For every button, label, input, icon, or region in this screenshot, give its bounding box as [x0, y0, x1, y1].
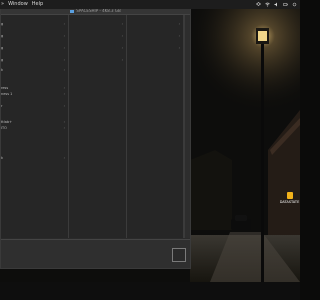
chevron-right-icon: › — [63, 104, 65, 108]
chevron-right-icon: › — [63, 92, 65, 96]
folder-row[interactable]: g › — [1, 45, 68, 51]
dock — [0, 282, 300, 300]
folder-row-label: r — [1, 104, 3, 108]
folder-row-label: ITO — [1, 126, 7, 130]
battery-icon[interactable] — [283, 2, 288, 7]
chevron-right-icon: › — [63, 156, 65, 160]
folder-row[interactable]: › — [127, 21, 183, 27]
folder-row-label: g — [1, 46, 4, 50]
chevron-right-icon: › — [63, 34, 65, 38]
preview-pane — [1, 239, 190, 268]
menu-item-overflow[interactable]: » — [1, 0, 4, 9]
desktop-folder[interactable]: DATASTATE — [279, 192, 300, 204]
folder-row[interactable]: ness 1 › — [1, 91, 68, 97]
folder-row[interactable]: › — [69, 33, 126, 39]
menu-extra-icon[interactable] — [292, 2, 297, 7]
folder-row-label: g — [1, 58, 4, 62]
folder-row[interactable]: › — [69, 57, 126, 63]
chevron-right-icon: › — [121, 46, 123, 50]
menu-item-help[interactable]: Help — [32, 0, 43, 9]
preview-thumbnail — [172, 248, 186, 262]
folder-row[interactable]: g › — [1, 33, 68, 39]
chevron-right-icon: › — [63, 126, 65, 130]
chevron-right-icon: › — [178, 34, 180, 38]
folder-row[interactable]: › — [127, 45, 183, 51]
menu-bar: » Window Help — [0, 0, 300, 9]
menu-bar-tray — [256, 2, 297, 7]
vertical-scrollbar[interactable] — [184, 15, 190, 238]
folder-row[interactable]: › — [69, 45, 126, 51]
chevron-right-icon: › — [178, 22, 180, 26]
folder-row[interactable]: ITO › — [1, 125, 68, 131]
finder-window: SPACESHIP - 4K8.3 GB g › g › g › g › k › ress › ness… — [0, 6, 191, 269]
browser-column-1[interactable]: g › g › g › g › k › ress › ness 1 › r › ttlab+ › ITO › k › — [1, 15, 69, 238]
chevron-right-icon: › — [63, 58, 65, 62]
column-browser: g › g › g › g › k › ress › ness 1 › r › ttlab+ › ITO › k › › ›… — [1, 15, 190, 238]
browser-column-3[interactable]: › › › — [127, 15, 184, 238]
folder-row-label: g — [1, 22, 4, 26]
chevron-right-icon: › — [63, 22, 65, 26]
folder-row-label: ness 1 — [1, 92, 13, 96]
chevron-right-icon: › — [63, 46, 65, 50]
folder-row-label: k — [1, 156, 4, 160]
chevron-right-icon: › — [121, 22, 123, 26]
chevron-right-icon: › — [178, 46, 180, 50]
volume-icon[interactable] — [274, 2, 279, 7]
folder-icon — [286, 192, 293, 199]
chevron-right-icon: › — [63, 68, 65, 72]
folder-row[interactable]: r › — [1, 103, 68, 109]
drive-icon — [70, 9, 75, 13]
folder-row[interactable]: k › — [1, 67, 68, 73]
folder-row-label: g — [1, 34, 4, 38]
menu-item-window[interactable]: Window — [8, 0, 28, 9]
folder-row[interactable]: › — [69, 21, 126, 27]
chevron-right-icon: › — [121, 58, 123, 62]
dropbox-icon[interactable] — [256, 2, 261, 7]
folder-row[interactable]: g › — [1, 57, 68, 63]
folder-row-label: k — [1, 68, 4, 72]
folder-row[interactable]: k › — [1, 155, 68, 161]
wifi-icon[interactable] — [265, 2, 270, 7]
folder-row[interactable]: › — [127, 33, 183, 39]
chevron-right-icon: › — [121, 34, 123, 38]
folder-row[interactable]: g › — [1, 21, 68, 27]
desktop-folder-label: DATASTATE — [279, 200, 300, 204]
browser-column-2[interactable]: › › › › — [69, 15, 127, 238]
